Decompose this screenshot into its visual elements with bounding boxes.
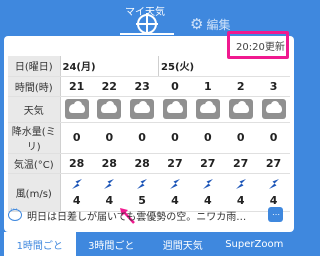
cloudy-icon	[97, 99, 122, 119]
weather-cell	[158, 96, 192, 123]
more-button[interactable]: ⋯	[268, 207, 283, 222]
tab-3-hourly[interactable]: 3時間ごと	[75, 232, 147, 256]
row-label-date: 日(曜日)	[8, 56, 61, 77]
cloudy-icon	[195, 99, 220, 119]
cloudy-icon	[162, 99, 187, 119]
wind-row: 風(m/s) 4 4 5 4 4 4 4	[8, 173, 290, 212]
row-label-rain: 降水量(ミリ)	[8, 122, 61, 154]
edit-button[interactable]: ⚙ 編集	[190, 14, 230, 34]
wind-arrow-icon	[169, 178, 180, 189]
wind-speed: 4	[269, 193, 278, 207]
wind-speed: 4	[236, 193, 245, 207]
gear-icon: ⚙	[190, 14, 204, 33]
hour-cell: 3	[257, 76, 290, 97]
wind-arrow-icon	[235, 178, 246, 189]
row-label-temp: 気温(°C)	[8, 153, 61, 174]
update-time: 20:20更新	[236, 42, 285, 53]
date-cell: 24(月)	[60, 56, 159, 77]
weather-cell	[224, 96, 258, 123]
weather-row: 天気	[8, 96, 290, 123]
hour-cell: 1	[191, 76, 225, 97]
rain-cell: 0	[92, 122, 126, 154]
hour-cell: 22	[92, 76, 126, 97]
wind-arrow-icon	[268, 178, 279, 189]
rain-cell: 0	[191, 122, 225, 154]
rain-cell: 0	[125, 122, 159, 154]
forecast-tabs: 1時間ごと 3時間ごと 週間天気 SuperZoom	[4, 232, 290, 256]
temp-cell: 27	[191, 153, 225, 174]
tab-superzoom[interactable]: SuperZoom	[218, 232, 290, 256]
edit-label: 編集	[206, 17, 231, 32]
wind-cell: 4	[60, 173, 93, 212]
weather-cell	[125, 96, 159, 123]
cloudy-icon	[261, 99, 286, 119]
wind-speed: 5	[138, 193, 146, 207]
row-label-weather: 天気	[8, 96, 61, 123]
date-row: 日(曜日) 24(月) 25(火)	[8, 56, 290, 77]
time-row: 時間(時) 21 22 23 0 1 2 3	[8, 76, 290, 97]
hour-cell: 23	[125, 76, 159, 97]
rain-cell: 0	[60, 122, 93, 154]
temp-cell: 28	[125, 153, 159, 174]
row-label-time: 時間(時)	[8, 76, 61, 97]
wind-cell: 4	[191, 173, 225, 212]
wind-speed: 4	[72, 193, 81, 207]
weather-cell	[257, 96, 290, 123]
date-cell: 25(火)	[158, 56, 290, 77]
wind-cell: 4	[257, 173, 290, 212]
wind-speed: 4	[105, 193, 114, 207]
speech-bubble-icon	[8, 205, 22, 221]
wind-arrow-icon	[202, 178, 213, 189]
wind-speed: 4	[171, 193, 179, 207]
active-tab-underline	[120, 33, 174, 35]
wind-speed: 4	[203, 193, 212, 207]
comment-text: 明日は日差しが届いても雲優勢の空。ニワカ雨…	[27, 211, 247, 223]
forecast-comment[interactable]: 明日は日差しが届いても雲優勢の空。ニワカ雨… ⋯	[8, 205, 284, 223]
cloudy-icon	[64, 99, 89, 119]
wind-cell: 4	[224, 173, 258, 212]
tab-weekly[interactable]: 週間天気	[147, 232, 219, 256]
crosshair-icon[interactable]	[136, 13, 158, 35]
wind-arrow-icon	[104, 178, 115, 189]
temp-cell: 27	[257, 153, 290, 174]
temp-cell: 28	[92, 153, 126, 174]
hourly-forecast-table: 日(曜日) 24(月) 25(火) 時間(時) 21 22 23 0 1 2 3…	[8, 56, 290, 212]
wind-arrow-icon	[71, 178, 82, 189]
rain-row: 降水量(ミリ) 0 0 0 0 0 0 0	[8, 122, 290, 154]
tab-hourly[interactable]: 1時間ごと	[4, 232, 76, 256]
rain-cell: 0	[158, 122, 192, 154]
weather-cell	[60, 96, 93, 123]
hour-cell: 21	[60, 76, 93, 97]
hour-cell: 0	[158, 76, 192, 97]
rain-cell: 0	[257, 122, 290, 154]
weather-cell	[92, 96, 126, 123]
temp-cell: 28	[60, 153, 93, 174]
temp-cell: 27	[224, 153, 258, 174]
temp-row: 気温(°C) 28 28 28 27 27 27 27	[8, 153, 290, 174]
cloudy-icon	[130, 99, 155, 119]
cloudy-icon	[228, 99, 253, 119]
wind-cell: 4	[158, 173, 192, 212]
wind-arrow-icon	[137, 178, 148, 189]
temp-cell: 27	[158, 153, 192, 174]
weather-cell	[191, 96, 225, 123]
rain-cell: 0	[224, 122, 258, 154]
hour-cell: 2	[224, 76, 258, 97]
